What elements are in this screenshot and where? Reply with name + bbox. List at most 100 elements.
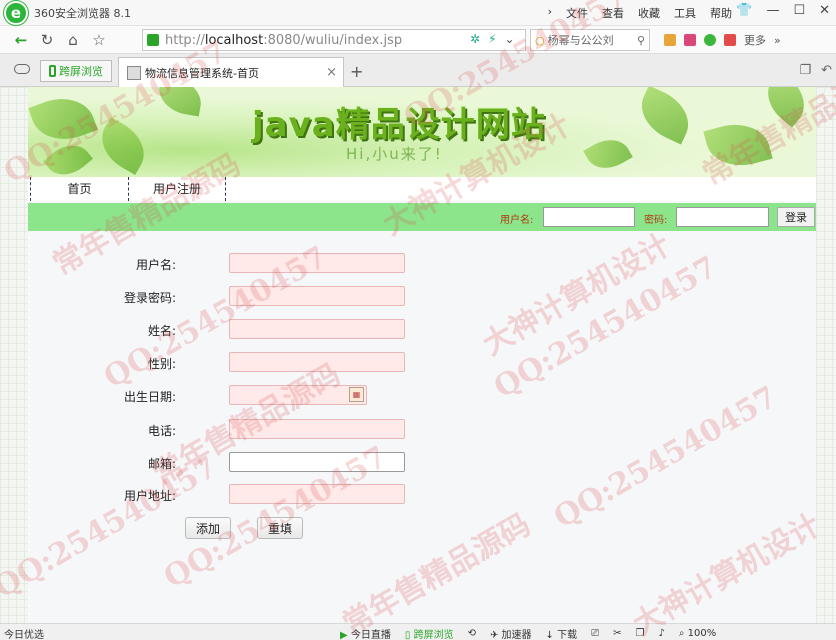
form-row-birthdate: 出生日期: ▦ [28,385,528,407]
address-field[interactable] [229,484,405,504]
undo-close-icon[interactable]: ↶ [821,63,832,78]
url-path: :8080/wuliu/index.jsp [263,32,403,48]
more-label[interactable]: 更多 [744,32,766,48]
browser-logo-icon: e [4,0,28,25]
field-label: 出生日期: [123,390,176,404]
search-engine-icon: ○ [535,33,545,47]
email-field[interactable] [229,452,405,472]
field-label: 电话: [147,424,176,438]
sync-icon[interactable]: ⟲ [468,628,476,639]
search-text: 杨幂与公公刘 [547,34,614,47]
status-bar: 今日优选 ▶ 今日直播 ▯ 跨屏浏览 ⟲ ✈ 加速器 ↓ 下载 ⎚ ✂ ❐ ♪ … [0,623,836,640]
leaf-decoration [28,88,98,150]
field-label: 性别: [147,357,176,371]
birthdate-field[interactable] [229,385,367,405]
settings-gear-icon[interactable]: ✲ [470,32,480,46]
refresh-icon[interactable]: ↻ [36,31,58,49]
form-row-password: 登录密码: [28,286,528,308]
form-row-name: 姓名: [28,319,528,341]
chevron-down-icon[interactable]: ⌄ [505,32,515,46]
field-label: 用户名: [135,258,176,272]
tab-active[interactable]: 物流信息管理系统-首页 × [118,57,344,87]
status-items: ▶ 今日直播 ▯ 跨屏浏览 ⟲ ✈ 加速器 ↓ 下载 ⎚ ✂ ❐ ♪ ⌕ 100… [340,626,716,640]
search-icon[interactable]: ⚲ [637,34,645,47]
login-bar: 用户名: 密码: 登录 [28,203,816,231]
split-item[interactable]: ▯ 跨屏浏览 [405,626,454,640]
url-input[interactable]: http://localhost:8080/wuliu/index.jsp [142,29,526,51]
download-item[interactable]: ↓ 下载 [546,626,578,640]
form-row-username: 用户名: [28,253,528,275]
adblock-icon[interactable] [724,34,736,46]
field-label: 用户地址: [123,489,176,503]
search-input[interactable]: ○ 杨幂与公公刘 ⚲ [530,29,650,51]
address-toolbar: ← ↻ ⌂ ☆ http://localhost:8080/wuliu/inde… [0,26,836,54]
form-row-email: 邮箱: [28,452,528,474]
split-label: 跨屏浏览 [413,630,454,640]
nav-home[interactable]: 首页 [30,177,128,201]
download-label: 下载 [557,630,578,640]
star-icon[interactable]: ☆ [88,31,110,49]
toolbar-right: 更多 » [664,32,781,48]
volume-icon[interactable]: ♪ [658,628,664,639]
add-button[interactable]: 添加 [185,517,231,539]
menu-tools[interactable]: 工具 [674,5,696,21]
status-left[interactable]: 今日优选 [4,626,44,640]
tab-bar: 跨屏浏览 物流信息管理系统-首页 × + ❐ ↶ [0,54,836,87]
password-field[interactable] [229,286,405,306]
browser-title: 360安全浏览器 8.1 [34,6,131,20]
restore-tabs-icon[interactable]: ❐ [799,63,811,78]
leaf-decoration [703,115,773,175]
login-password-label: 密码: [644,215,668,226]
page-viewport: java精品设计网站 Hi,小u来了! 首页 用户注册 用户名: 密码: 登录 … [0,87,836,623]
login-password-input[interactable] [676,207,769,227]
nav-divider [225,177,226,201]
zoom-item[interactable]: ⌕ 100% [679,628,716,639]
capture-icon[interactable]: ✂ [613,628,621,639]
double-chevron-icon[interactable]: » [774,34,781,47]
menu-file[interactable]: 文件 [566,5,588,21]
page-container: java精品设计网站 Hi,小u来了! 首页 用户注册 用户名: 密码: 登录 … [28,87,816,623]
leaf-decoration [632,87,698,145]
menu-view[interactable]: 查看 [602,5,624,21]
close-button[interactable]: ✕ [819,3,830,18]
field-label: 登录密码: [123,291,176,305]
tab-close-icon[interactable]: × [326,65,337,80]
tab-title: 物流信息管理系统-首页 [145,66,259,80]
menu-help[interactable]: 帮助 [710,5,732,21]
skin-icon[interactable]: 👕 [736,3,752,18]
reset-button[interactable]: 重填 [257,517,303,539]
security-icon[interactable] [704,34,716,46]
nav-register[interactable]: 用户注册 [128,177,225,201]
new-tab-icon[interactable]: + [350,62,363,81]
cloud-icon[interactable] [14,64,30,74]
phone-field[interactable] [229,419,405,439]
tab-right-tools: ❐ ↶ [799,63,832,78]
leaf-decoration [155,87,205,117]
minimize-button[interactable]: — [766,3,779,18]
menu-chevron-icon[interactable]: › [548,5,552,21]
shield-icon [147,34,159,46]
back-arrow-icon[interactable]: ← [10,31,32,49]
live-label: 今日直播 [350,630,391,640]
window-icon[interactable]: ❐ [635,628,644,639]
url-host: localhost [204,32,264,48]
login-button[interactable]: 登录 [777,207,815,227]
username-field[interactable] [229,253,405,273]
menu-favorites[interactable]: 收藏 [638,5,660,21]
lightning-icon[interactable]: ⚡ [488,32,496,46]
bookmark-icon[interactable] [684,34,696,46]
site-nav: 首页 用户注册 [28,177,816,201]
screenshot-icon[interactable]: ⎚ [591,628,599,639]
gender-field[interactable] [229,352,405,372]
apps-grid-icon[interactable] [664,34,676,46]
maximize-button[interactable]: ☐ [793,3,805,18]
home-icon[interactable]: ⌂ [62,31,84,49]
name-field[interactable] [229,319,405,339]
leaf-decoration [756,87,816,128]
calendar-icon[interactable]: ▦ [349,387,364,402]
browser-menu: › 文件 查看 收藏 工具 帮助 [548,5,732,21]
accelerator-item[interactable]: ✈ 加速器 [490,626,532,640]
tab-cross-screen[interactable]: 跨屏浏览 [40,60,112,82]
live-item[interactable]: ▶ 今日直播 [340,626,391,640]
login-username-input[interactable] [543,207,635,227]
